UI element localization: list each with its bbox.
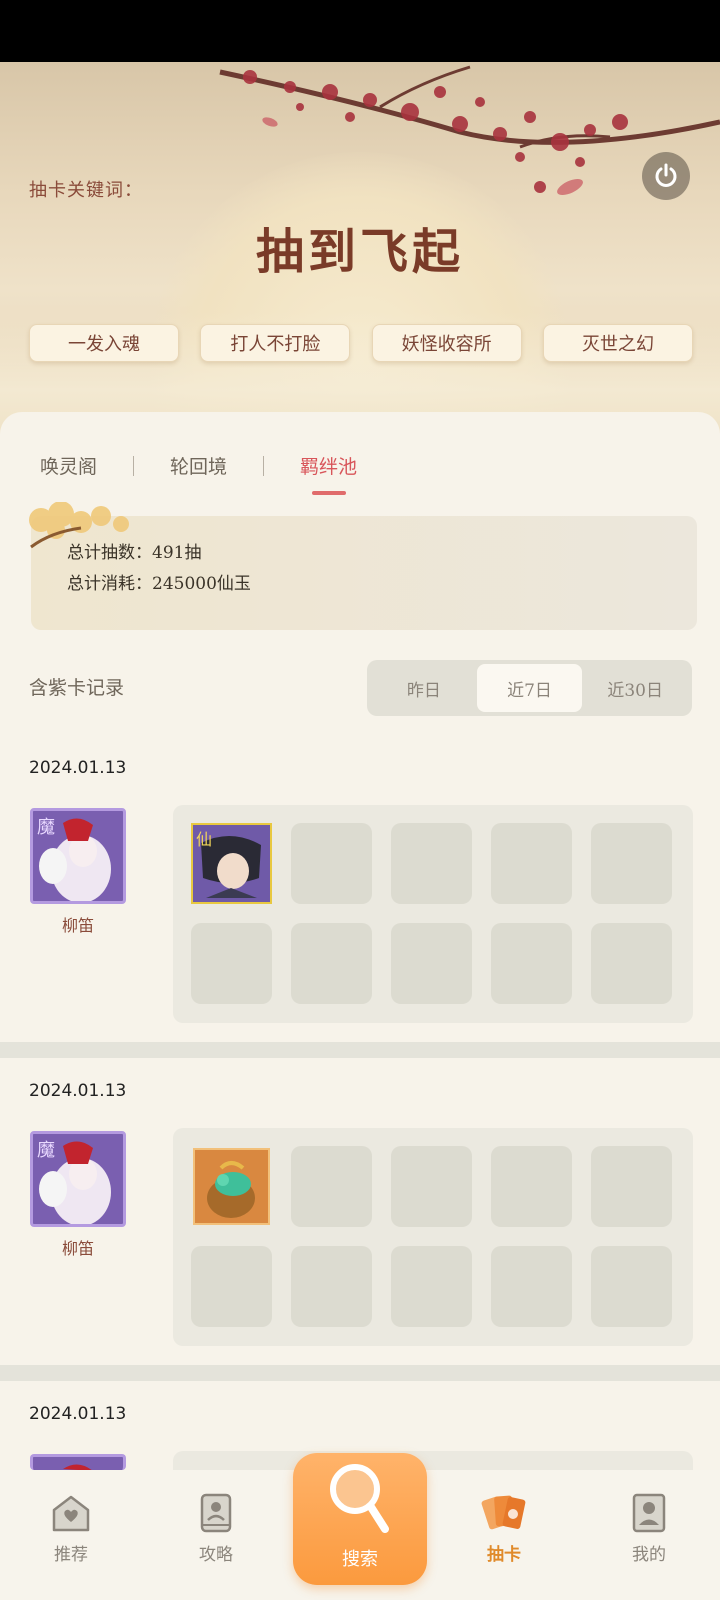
empty-slot (491, 923, 572, 1004)
avatar-badge: 魔 (37, 817, 55, 838)
draw-result-grid (173, 1128, 693, 1346)
empty-slot (491, 1146, 572, 1227)
power-icon (655, 163, 677, 187)
empty-slot (591, 1146, 672, 1227)
empty-slot (491, 823, 572, 904)
pool-tabs: 唤灵阁 轮回境 羁绊池 (40, 452, 357, 495)
empty-slot (291, 823, 372, 904)
empty-slot (291, 1146, 372, 1227)
purple-card-record-label: 含紫卡记录 (29, 677, 125, 699)
treasure-bag-item (193, 1148, 270, 1225)
result-slot[interactable] (191, 1146, 272, 1227)
draw-result-grid: 仙 (173, 805, 693, 1023)
power-button[interactable] (642, 152, 690, 200)
cards-icon (481, 1495, 526, 1530)
empty-slot (591, 1246, 672, 1327)
record-avatar[interactable]: 魔 (30, 1131, 126, 1227)
tab-jibanchi[interactable]: 羁绊池 (300, 452, 357, 495)
filter-7-days[interactable]: 近7日 (476, 664, 583, 712)
home-heart-icon (52, 1495, 90, 1532)
keyword-tag-list: 一发入魂 打人不打脸 妖怪收容所 灭世之幻 (29, 324, 693, 362)
keyword-tag[interactable]: 一发入魂 (29, 324, 179, 362)
nav-recommend[interactable]: 推荐 (21, 1492, 121, 1565)
keyword-title: 抽到飞起 (255, 224, 464, 280)
result-slot[interactable]: 仙 (191, 823, 272, 904)
record-avatar[interactable] (30, 1454, 126, 1470)
tab-lunhuijing[interactable]: 轮回境 (170, 452, 227, 479)
record-avatar[interactable]: 魔 (30, 808, 126, 904)
record-divider (0, 1365, 720, 1381)
empty-slot (191, 923, 272, 1004)
nav-draw-card[interactable]: 抽卡 (454, 1492, 554, 1565)
draw-result-grid (173, 1451, 693, 1470)
tab-divider (133, 455, 135, 476)
avatar-badge: 魔 (37, 1140, 55, 1161)
nav-label: 我的 (632, 1545, 666, 1565)
record-name: 柳笛 (61, 1239, 94, 1258)
record-divider (0, 1042, 720, 1058)
tab-huanlingge[interactable]: 唤灵阁 (40, 452, 97, 479)
nav-label: 攻略 (199, 1545, 233, 1565)
empty-slot (391, 1246, 472, 1327)
tab-divider (263, 455, 265, 476)
empty-slot (491, 1246, 572, 1327)
empty-slot (591, 823, 672, 904)
character-portrait: 魔 (33, 1134, 123, 1224)
record-date: 2024.01.13 (29, 1081, 127, 1101)
keyword-tag[interactable]: 打人不打脸 (200, 324, 351, 362)
total-cost: 总计消耗：245000仙玉 (67, 574, 251, 594)
card-badge: 仙 (196, 830, 212, 849)
empty-slot (391, 923, 472, 1004)
nav-label: 推荐 (54, 1545, 88, 1565)
draw-stats-card: 总计抽数：491抽 总计消耗：245000仙玉 (29, 502, 697, 630)
date-range-filter: 昨日 近7日 近30日 (367, 660, 692, 716)
filter-30-days[interactable]: 近30日 (582, 664, 688, 712)
filter-yesterday[interactable]: 昨日 (371, 664, 477, 712)
empty-slot (391, 823, 472, 904)
character-portrait: 魔 (33, 811, 123, 901)
character-card-item: 仙 (191, 823, 272, 904)
empty-slot (191, 1246, 272, 1327)
keyword-label: 抽卡关键词： (29, 180, 143, 201)
total-draws: 总计抽数：491抽 (67, 543, 202, 563)
keyword-tag[interactable]: 妖怪收容所 (371, 324, 522, 362)
book-icon (200, 1493, 232, 1533)
nav-label: 抽卡 (487, 1545, 521, 1565)
nav-search-button[interactable]: 搜索 (293, 1453, 427, 1585)
record-date: 2024.01.13 (29, 1404, 127, 1424)
record-name: 柳笛 (61, 916, 94, 935)
empty-slot (291, 1246, 372, 1327)
nav-guide[interactable]: 攻略 (166, 1492, 266, 1565)
search-icon (330, 1464, 389, 1533)
status-bar (0, 0, 720, 62)
nav-mine[interactable]: 我的 (599, 1492, 699, 1565)
empty-slot (391, 1146, 472, 1227)
nav-label: 搜索 (342, 1549, 378, 1570)
empty-slot (591, 923, 672, 1004)
keyword-tag[interactable]: 灭世之幻 (542, 324, 693, 362)
record-date: 2024.01.13 (29, 758, 127, 778)
character-portrait (33, 1457, 123, 1470)
empty-slot (291, 923, 372, 1004)
profile-icon (632, 1493, 666, 1533)
